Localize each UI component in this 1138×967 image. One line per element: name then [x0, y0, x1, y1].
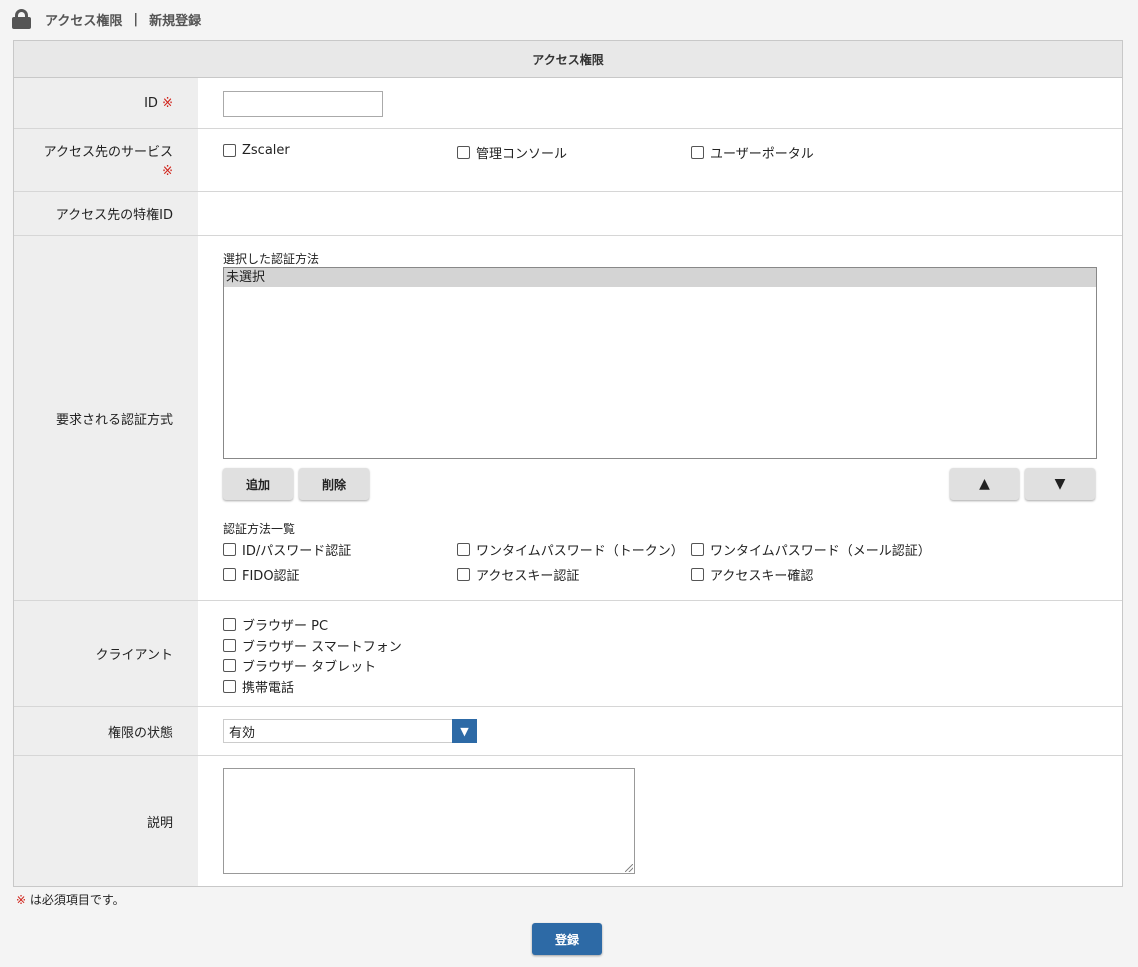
row-id: ID ※	[14, 78, 1122, 129]
resize-grip-icon[interactable]	[625, 864, 633, 872]
status-label: 権限の状態	[14, 707, 198, 755]
checkbox-icon[interactable]	[223, 543, 236, 556]
selected-auth-listbox[interactable]: 未選択	[223, 267, 1097, 459]
checkbox-icon[interactable]	[223, 618, 236, 631]
required-mark: ※	[16, 893, 27, 907]
checkbox-icon[interactable]	[457, 568, 470, 581]
auth-checkbox-id-password[interactable]: ID/パスワード認証	[218, 540, 351, 559]
breadcrumb-separator: |	[133, 11, 139, 27]
checkbox-icon[interactable]	[457, 543, 470, 556]
checkbox-icon[interactable]	[223, 659, 236, 672]
breadcrumb-page: 新規登録	[149, 13, 202, 29]
row-services: アクセス先のサービス ※ Zscaler 管理コンソール ユーザーポータル	[14, 129, 1122, 192]
checkbox-icon[interactable]	[691, 146, 704, 159]
row-auth-method: 要求される認証方式 選択した認証方法 未選択 追加 削除 ▲ ▼ 認証方法一覧 …	[14, 236, 1122, 601]
access-permission-form: アクセス権限 ID ※ アクセス先のサービス ※ Zscaler 管理コンソール…	[13, 40, 1123, 887]
form-title: アクセス権限	[14, 41, 1122, 78]
checkbox-icon[interactable]	[223, 639, 236, 652]
services-label: アクセス先のサービス ※	[14, 129, 198, 191]
auth-checkbox-otp-mail[interactable]: ワンタイムパスワード（メール認証）	[686, 540, 931, 559]
move-down-button[interactable]: ▼	[1025, 468, 1095, 500]
row-description: 説明	[14, 756, 1122, 886]
selected-auth-title: 選択した認証方法	[223, 252, 320, 266]
move-up-button[interactable]: ▲	[950, 468, 1019, 500]
required-mark: ※	[162, 95, 173, 111]
description-textarea[interactable]	[223, 768, 635, 874]
delete-button[interactable]: 削除	[299, 468, 369, 500]
auth-list-title: 認証方法一覧	[223, 522, 296, 536]
id-label: ID ※	[14, 78, 198, 128]
service-checkbox-user-portal[interactable]: ユーザーポータル	[686, 143, 814, 162]
auth-checkbox-access-key-confirm[interactable]: アクセスキー確認	[686, 565, 813, 584]
auth-method-label: 要求される認証方式	[14, 236, 198, 600]
auth-checkbox-access-key-auth[interactable]: アクセスキー認証	[452, 565, 579, 584]
client-label: クライアント	[14, 601, 198, 706]
checkbox-icon[interactable]	[691, 568, 704, 581]
row-privilege-id: アクセス先の特権ID	[14, 192, 1122, 236]
auth-checkbox-otp-token[interactable]: ワンタイムパスワード（トークン）	[452, 540, 684, 559]
breadcrumb: アクセス権限 | 新規登録	[12, 9, 201, 29]
row-status: 権限の状態 有効 ▼	[14, 707, 1122, 756]
triangle-up-icon: ▲	[979, 476, 990, 492]
list-item[interactable]: 未選択	[224, 268, 1096, 287]
checkbox-icon[interactable]	[223, 568, 236, 581]
status-selected-value: 有効	[229, 725, 256, 741]
auth-checkbox-fido[interactable]: FIDO認証	[218, 565, 300, 584]
client-checkbox-mobile-phone[interactable]: 携帯電話	[218, 677, 294, 696]
client-checkbox-browser-pc[interactable]: ブラウザー PC	[218, 615, 328, 634]
checkbox-icon[interactable]	[691, 543, 704, 556]
add-button[interactable]: 追加	[223, 468, 293, 500]
status-select[interactable]: 有効 ▼	[223, 719, 477, 743]
service-checkbox-zscaler[interactable]: Zscaler	[218, 143, 290, 158]
client-checkbox-browser-smartphone[interactable]: ブラウザー スマートフォン	[218, 636, 402, 655]
service-checkbox-admin-console[interactable]: 管理コンソール	[452, 143, 567, 162]
register-button[interactable]: 登録	[532, 923, 602, 955]
id-input[interactable]	[223, 91, 383, 117]
breadcrumb-section[interactable]: アクセス権限	[45, 10, 122, 29]
client-checkbox-browser-tablet[interactable]: ブラウザー タブレット	[218, 656, 376, 675]
triangle-down-icon: ▼	[1054, 476, 1066, 492]
chevron-down-icon[interactable]: ▼	[452, 719, 477, 743]
row-client: クライアント ブラウザー PC ブラウザー スマートフォン ブラウザー タブレッ…	[14, 601, 1122, 707]
required-mark: ※	[162, 164, 173, 179]
description-label: 説明	[14, 756, 198, 886]
checkbox-icon[interactable]	[457, 146, 470, 159]
checkbox-icon[interactable]	[223, 680, 236, 693]
checkbox-icon[interactable]	[223, 144, 236, 157]
lock-icon	[12, 9, 31, 29]
privilege-id-label: アクセス先の特権ID	[14, 192, 198, 235]
required-note: ※ は必須項目です。	[16, 893, 125, 907]
